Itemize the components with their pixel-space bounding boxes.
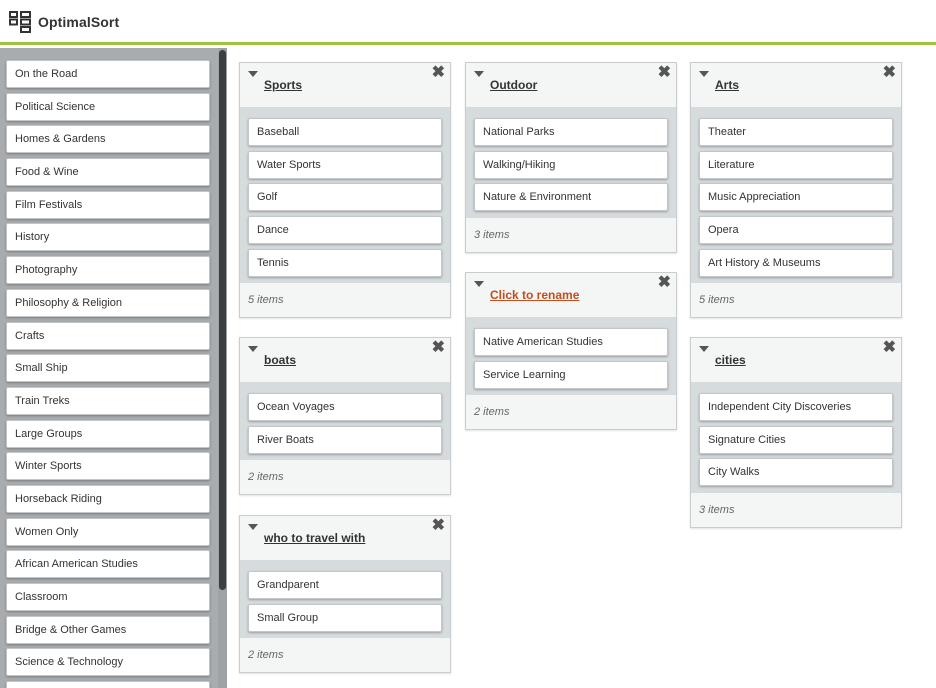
group-arts[interactable]: Arts ✖ Theater Literature Music Apprecia… bbox=[690, 62, 902, 319]
group-card[interactable]: Walking/Hiking bbox=[474, 150, 668, 179]
group-card[interactable]: Baseball bbox=[248, 118, 442, 146]
group-card[interactable]: Native American Studies bbox=[474, 328, 668, 356]
group-card[interactable]: Golf bbox=[248, 183, 442, 212]
group-item-count: 3 items bbox=[691, 493, 901, 528]
group-card-list: Baseball Water Sports Golf Dance Tennis bbox=[240, 107, 450, 283]
unsorted-card-list: On the Road Political Science Homes & Ga… bbox=[6, 60, 210, 688]
app-logo: OptimalSort bbox=[9, 11, 119, 33]
sidebar-card[interactable] bbox=[6, 681, 210, 688]
sidebar-card[interactable]: African American Studies bbox=[6, 550, 210, 579]
group-item-count: 2 items bbox=[466, 395, 676, 430]
group-boats[interactable]: boats ✖ Ocean Voyages River Boats 2 item… bbox=[239, 337, 451, 496]
group-card[interactable]: Independent City Discoveries bbox=[699, 393, 893, 421]
close-icon[interactable]: ✖ bbox=[658, 275, 671, 291]
group-card[interactable]: Literature bbox=[699, 150, 893, 179]
group-item-count: 3 items bbox=[466, 218, 676, 253]
sidebar-card[interactable]: History bbox=[6, 223, 210, 252]
close-icon[interactable]: ✖ bbox=[432, 340, 445, 356]
collapse-caret-icon[interactable] bbox=[248, 524, 258, 530]
group-card[interactable]: Art History & Museums bbox=[699, 248, 893, 277]
sidebar-card[interactable]: Bridge & Other Games bbox=[6, 615, 210, 644]
collapse-caret-icon[interactable] bbox=[248, 346, 258, 352]
group-card[interactable]: Ocean Voyages bbox=[248, 393, 442, 421]
rename-group-link[interactable]: Click to rename bbox=[490, 288, 579, 302]
group-title[interactable]: Arts bbox=[715, 78, 739, 92]
group-card[interactable]: Dance bbox=[248, 216, 442, 245]
group-card[interactable]: Water Sports bbox=[248, 150, 442, 179]
group-title[interactable]: Sports bbox=[264, 78, 302, 92]
group-card[interactable]: Nature & Environment bbox=[474, 183, 668, 212]
sidebar-scrollbar[interactable] bbox=[218, 48, 227, 688]
card-sidebar: On the Road Political Science Homes & Ga… bbox=[0, 48, 227, 688]
sidebar-card[interactable]: Women Only bbox=[6, 517, 210, 546]
sidebar-card[interactable]: Science & Technology bbox=[6, 648, 210, 677]
group-card[interactable]: Theater bbox=[699, 118, 893, 146]
group-card[interactable]: River Boats bbox=[248, 425, 442, 454]
group-item-count: 5 items bbox=[691, 283, 901, 318]
app-header: OptimalSort bbox=[0, 0, 936, 45]
group-header: Sports ✖ bbox=[240, 63, 450, 107]
close-icon[interactable]: ✖ bbox=[432, 65, 445, 81]
group-item-count: 2 items bbox=[240, 460, 450, 495]
group-card[interactable]: Tennis bbox=[248, 248, 442, 277]
group-header: boats ✖ bbox=[240, 338, 450, 382]
sidebar-card[interactable]: Train Treks bbox=[6, 386, 210, 415]
sidebar-card[interactable]: Food & Wine bbox=[6, 158, 210, 187]
group-card-list: Independent City Discoveries Signature C… bbox=[691, 382, 901, 493]
group-card-list: Ocean Voyages River Boats bbox=[240, 382, 450, 460]
group-card[interactable]: Signature Cities bbox=[699, 425, 893, 454]
collapse-caret-icon[interactable] bbox=[474, 281, 484, 287]
group-title[interactable]: cities bbox=[715, 353, 746, 367]
group-unnamed[interactable]: Click to rename ✖ Native American Studie… bbox=[465, 272, 677, 431]
group-title[interactable]: Outdoor bbox=[490, 78, 537, 92]
group-header: Outdoor ✖ bbox=[466, 63, 676, 107]
collapse-caret-icon[interactable] bbox=[248, 71, 258, 77]
group-card[interactable]: City Walks bbox=[699, 458, 893, 487]
close-icon[interactable]: ✖ bbox=[658, 65, 671, 81]
group-header: Click to rename ✖ bbox=[466, 273, 676, 317]
group-card-list: Theater Literature Music Appreciation Op… bbox=[691, 107, 901, 283]
group-card-list: Native American Studies Service Learning bbox=[466, 317, 676, 395]
group-who-to-travel-with[interactable]: who to travel with ✖ Grandparent Small G… bbox=[239, 515, 451, 674]
group-item-count: 5 items bbox=[240, 283, 450, 318]
sidebar-card[interactable]: Film Festivals bbox=[6, 190, 210, 219]
group-header: who to travel with ✖ bbox=[240, 516, 450, 560]
sidebar-card[interactable]: Classroom bbox=[6, 583, 210, 611]
sidebar-card[interactable]: Political Science bbox=[6, 92, 210, 121]
sidebar-card[interactable]: Small Ship bbox=[6, 354, 210, 383]
sidebar-card[interactable]: Philosophy & Religion bbox=[6, 288, 210, 317]
sidebar-card[interactable]: Large Groups bbox=[6, 419, 210, 448]
sidebar-card[interactable]: On the Road bbox=[6, 60, 210, 88]
sidebar-card[interactable]: Photography bbox=[6, 256, 210, 285]
group-header: Arts ✖ bbox=[691, 63, 901, 107]
app-name: OptimalSort bbox=[38, 14, 120, 30]
close-icon[interactable]: ✖ bbox=[432, 518, 445, 534]
group-card[interactable]: Service Learning bbox=[474, 360, 668, 389]
group-sports[interactable]: Sports ✖ Baseball Water Sports Golf Danc… bbox=[239, 62, 451, 319]
group-cities[interactable]: cities ✖ Independent City Discoveries Si… bbox=[690, 337, 902, 529]
sidebar-card[interactable]: Homes & Gardens bbox=[6, 125, 210, 154]
close-icon[interactable]: ✖ bbox=[883, 340, 896, 356]
group-header: cities ✖ bbox=[691, 338, 901, 382]
group-card-list: National Parks Walking/Hiking Nature & E… bbox=[466, 107, 676, 218]
group-card[interactable]: National Parks bbox=[474, 118, 668, 146]
group-card-list: Grandparent Small Group bbox=[240, 560, 450, 638]
group-title[interactable]: boats bbox=[264, 353, 296, 367]
card-sort-icon bbox=[9, 11, 31, 33]
collapse-caret-icon[interactable] bbox=[699, 346, 709, 352]
sidebar-card[interactable]: Horseback Riding bbox=[6, 484, 210, 513]
scrollbar-thumb[interactable] bbox=[219, 50, 226, 590]
close-icon[interactable]: ✖ bbox=[883, 65, 896, 81]
collapse-caret-icon[interactable] bbox=[474, 71, 484, 77]
group-card[interactable]: Grandparent bbox=[248, 571, 442, 599]
sidebar-card[interactable]: Winter Sports bbox=[6, 452, 210, 481]
group-card[interactable]: Music Appreciation bbox=[699, 183, 893, 212]
group-card[interactable]: Opera bbox=[699, 216, 893, 245]
group-title[interactable]: who to travel with bbox=[264, 531, 365, 545]
group-card[interactable]: Small Group bbox=[248, 603, 442, 632]
group-item-count: 2 items bbox=[240, 638, 450, 673]
collapse-caret-icon[interactable] bbox=[699, 71, 709, 77]
sidebar-card[interactable]: Crafts bbox=[6, 321, 210, 350]
group-outdoor[interactable]: Outdoor ✖ National Parks Walking/Hiking … bbox=[465, 62, 677, 254]
